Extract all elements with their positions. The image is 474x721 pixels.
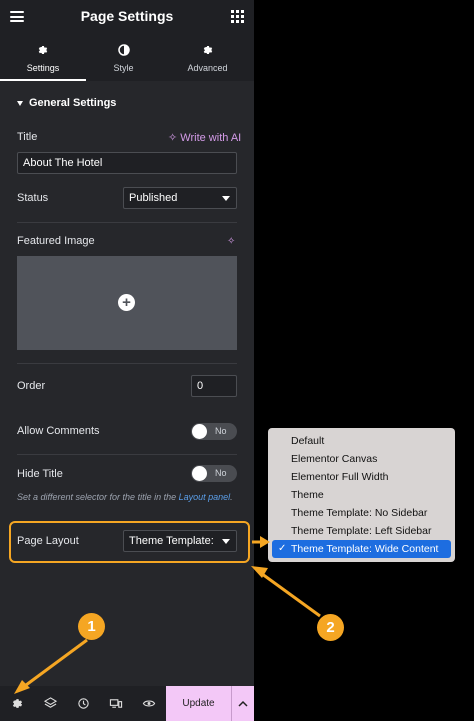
order-input[interactable]: 0 xyxy=(191,375,237,397)
tab-settings[interactable]: Settings xyxy=(0,33,86,81)
half-circle-icon xyxy=(86,44,161,56)
title-label: Title xyxy=(17,131,38,143)
annotation-badge-1: 1 xyxy=(78,613,105,640)
order-label: Order xyxy=(17,380,46,392)
allow-comments-toggle[interactable]: No xyxy=(191,423,237,440)
dropdown-option[interactable]: Theme Template: Left Sidebar xyxy=(272,522,451,540)
annotation-badge-2: 2 xyxy=(317,614,344,641)
sparkle-icon[interactable]: ✧ xyxy=(227,236,235,247)
toggle-knob xyxy=(192,424,207,439)
write-with-ai-link[interactable]: ✧ Write with AI xyxy=(168,131,241,144)
responsive-devices-icon[interactable] xyxy=(109,696,123,710)
tab-style[interactable]: Style xyxy=(86,33,161,81)
tab-bar: Settings Style Advanced xyxy=(0,33,254,81)
title-input[interactable]: About The Hotel xyxy=(17,152,237,174)
status-label: Status xyxy=(17,192,49,204)
dropdown-option[interactable]: Default xyxy=(272,432,451,450)
checkmark-icon: ✓ xyxy=(278,543,287,554)
plus-icon[interactable]: + xyxy=(118,294,135,311)
layout-panel-link[interactable]: Layout panel xyxy=(179,492,231,502)
chevron-up-icon xyxy=(238,700,248,707)
dropdown-option[interactable]: Elementor Canvas xyxy=(272,450,451,468)
eye-icon[interactable] xyxy=(142,696,156,710)
chevron-down-icon xyxy=(222,196,230,201)
dropdown-option[interactable]: ✓ Theme Template: Wide Content xyxy=(272,540,451,558)
dropdown-option[interactable]: Theme xyxy=(272,486,451,504)
gear-icon[interactable] xyxy=(10,696,24,710)
history-icon[interactable] xyxy=(76,696,90,710)
gear-icon xyxy=(161,44,254,56)
layers-icon[interactable] xyxy=(43,696,57,710)
update-options-button[interactable] xyxy=(231,686,254,721)
tab-advanced[interactable]: Advanced xyxy=(161,33,254,81)
settings-panel: Page Settings Settings Style Advanced Ge… xyxy=(0,0,254,721)
arrow-to-page-layout xyxy=(257,569,321,618)
dropdown-option[interactable]: Theme Template: No Sidebar xyxy=(272,504,451,522)
allow-comments-label: Allow Comments xyxy=(17,425,100,437)
caret-down-icon xyxy=(17,100,23,106)
update-button[interactable]: Update xyxy=(166,686,231,721)
apps-grid-icon[interactable] xyxy=(231,10,244,23)
panel-header: Page Settings xyxy=(0,0,254,33)
hide-title-hint: Set a different selector for the title i… xyxy=(17,492,233,502)
section-toggle-general[interactable]: General Settings xyxy=(17,97,116,109)
featured-image-label: Featured Image xyxy=(17,235,95,247)
divider xyxy=(17,363,237,364)
gear-icon xyxy=(0,44,86,56)
divider xyxy=(17,454,237,455)
divider xyxy=(17,222,237,223)
page-layout-highlight xyxy=(9,521,250,563)
page-title: Page Settings xyxy=(80,8,174,24)
dropdown-option[interactable]: Elementor Full Width xyxy=(272,468,451,486)
status-select[interactable]: Published xyxy=(123,187,237,209)
hide-title-label: Hide Title xyxy=(17,468,63,480)
sparkle-icon: ✧ xyxy=(168,132,178,144)
toggle-knob xyxy=(192,466,207,481)
hide-title-toggle[interactable]: No xyxy=(191,465,237,482)
page-layout-dropdown: Default Elementor Canvas Elementor Full Wi… xyxy=(268,428,455,562)
